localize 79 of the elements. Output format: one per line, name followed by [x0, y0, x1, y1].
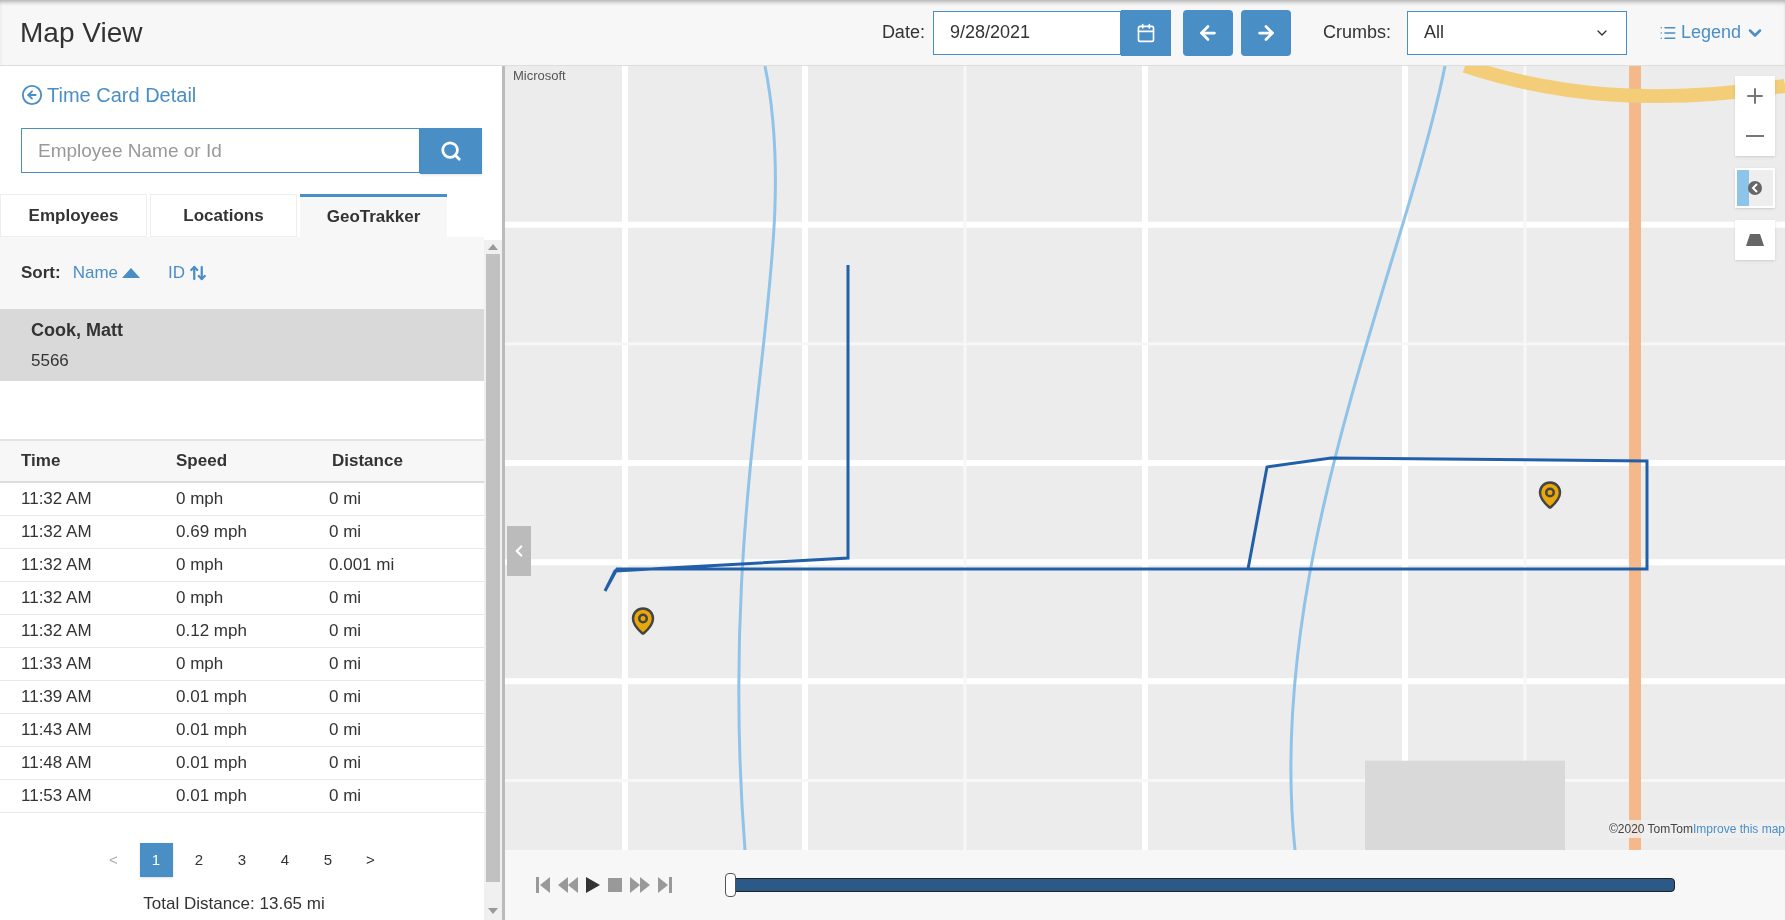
table-cell-text: 0 mi: [328, 752, 362, 775]
scroll-down-icon: [488, 908, 498, 914]
sort-label: Sort:: [21, 262, 61, 285]
table-cell-text: 0.12 mph: [175, 620, 248, 643]
map-style-icon: [1737, 170, 1773, 206]
provider-label: Microsoft: [513, 67, 566, 85]
next-day-button[interactable]: [1240, 9, 1291, 56]
table-cell-text: 0 mi: [328, 620, 362, 643]
table-cell-text: 11:43 AM: [20, 719, 93, 742]
pitch-button[interactable]: [1735, 220, 1775, 260]
table-cell-text: 0.01 mph: [175, 752, 248, 775]
attribution-text: ©2020 TomTom: [1608, 821, 1693, 838]
table-cell-text: 0 mi: [328, 488, 362, 511]
table-cell-text: 0 mi: [328, 521, 362, 544]
search-button[interactable]: [420, 128, 482, 174]
table-cell-text: 0.69 mph: [175, 521, 248, 544]
table-cell-text: 0 mph: [175, 587, 225, 610]
search-icon: [440, 140, 462, 162]
tab[interactable]: Employees: [0, 194, 147, 237]
stop-icon: [607, 876, 623, 894]
trapezoid-icon: [1746, 234, 1764, 246]
tab[interactable]: Locations: [150, 194, 297, 237]
crumbs-label: Crumbs:: [1322, 21, 1391, 44]
back-link[interactable]: Time Card Detail: [21, 80, 484, 110]
table-cell-text: 11:33 AM: [20, 653, 93, 676]
table-cell-text: 0 mi: [328, 587, 362, 610]
table-cell-text: 11:48 AM: [20, 752, 93, 775]
table-cell-text: 11:32 AM: [20, 488, 93, 511]
map-style-button[interactable]: [1735, 168, 1775, 208]
page-title: Map View: [20, 15, 143, 50]
search-field[interactable]: Employee Name or Id: [21, 128, 420, 173]
scroll-up-icon: [488, 244, 498, 250]
column-header: Time: [20, 450, 62, 473]
calendar-button[interactable]: [1120, 9, 1171, 56]
date-label: Date:: [881, 21, 925, 44]
employee-id: 5566: [31, 349, 70, 372]
table-cell-text: 0 mph: [175, 488, 225, 511]
crumbs-select[interactable]: All: [1406, 10, 1627, 55]
table-cell-text: 11:32 AM: [20, 620, 93, 643]
table-cell-text: 0 mi: [328, 719, 362, 742]
table-cell-text: 11:32 AM: [20, 554, 93, 577]
sort-icon: [189, 264, 208, 282]
table-cell-text: 0.01 mph: [175, 785, 248, 808]
skip-back-icon: [535, 876, 551, 894]
table-cell-text: 0.001 mi: [328, 554, 395, 577]
scrollbar-thumb[interactable]: [486, 254, 500, 882]
employee-name: Cook, Matt: [31, 318, 124, 342]
table-cell-text: 0 mi: [328, 686, 362, 709]
table-cell-text: 0 mph: [175, 554, 225, 577]
column-header: Distance: [331, 450, 403, 473]
table-cell-text: 0.01 mph: [175, 719, 248, 742]
table-cell-text: 0 mi: [328, 653, 362, 676]
page-button[interactable]: 4: [268, 843, 302, 877]
page-button[interactable]: 3: [225, 843, 259, 877]
skip-forward-icon: [657, 876, 673, 894]
calendar-icon: [1135, 22, 1156, 43]
employee-item[interactable]: Cook, Matt 5566: [0, 309, 484, 381]
table-cell-text: 0 mi: [328, 785, 362, 808]
rewind-icon: [557, 876, 579, 894]
table-cell-text: 11:32 AM: [20, 587, 93, 610]
sort-up-icon: [122, 268, 141, 278]
play-icon: [585, 876, 601, 894]
table-cell-text: 0 mph: [175, 653, 225, 676]
table-cell-text: 0.01 mph: [175, 686, 248, 709]
minus-icon: [1746, 135, 1764, 137]
page-button[interactable]: 2: [182, 843, 216, 877]
page-button[interactable]: 1: [139, 843, 173, 877]
page-button[interactable]: 5: [311, 843, 345, 877]
fast-forward-icon: [629, 876, 651, 894]
tab[interactable]: GeoTrakker: [300, 194, 447, 237]
total-distance: Total Distance: 13.65 mi: [142, 893, 326, 915]
next-page-button[interactable]: >: [354, 843, 387, 877]
previous-day-button[interactable]: [1182, 9, 1233, 56]
table-cell-text: 11:39 AM: [20, 686, 93, 709]
playback-thumb[interactable]: [725, 873, 736, 897]
date-field[interactable]: 9/28/2021: [932, 10, 1121, 55]
table-cell-text: 11:32 AM: [20, 521, 93, 544]
column-header: Speed: [175, 450, 229, 473]
table-cell-text: 11:53 AM: [20, 785, 93, 808]
